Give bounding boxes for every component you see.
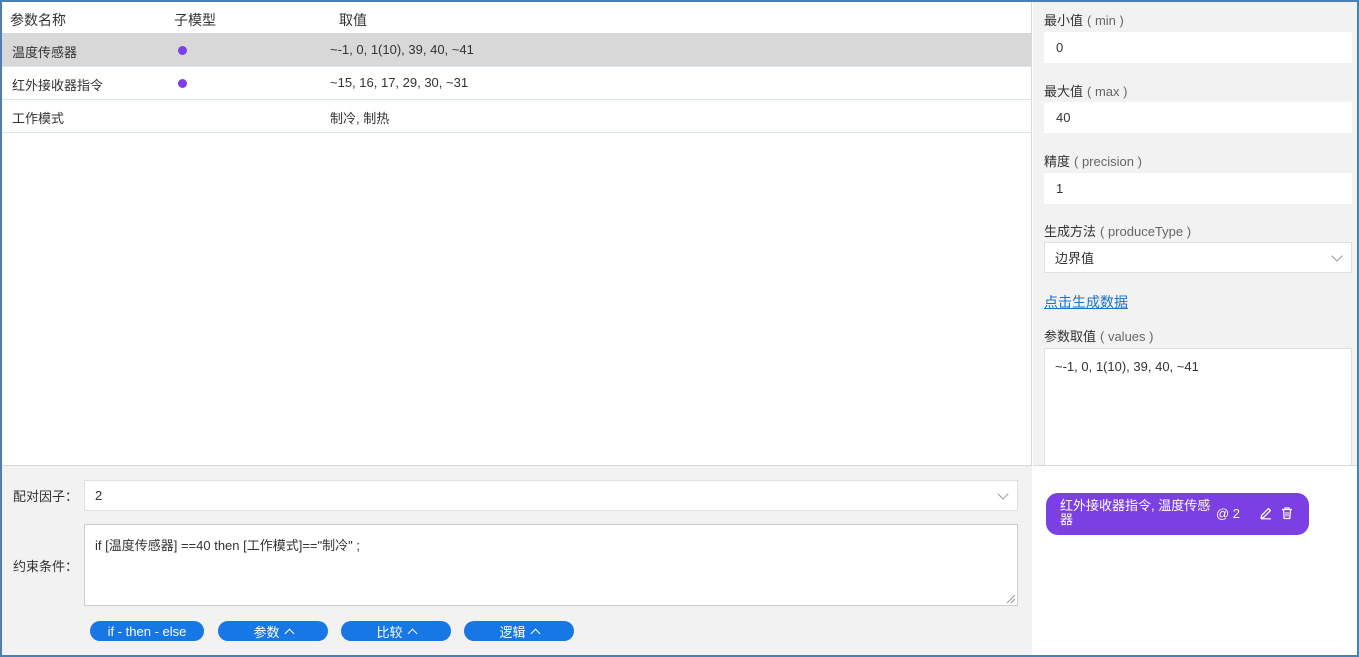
constraint-chip[interactable]: 红外接收器指令, 温度传感器 @ 2 <box>1046 493 1309 535</box>
chip-params: 红外接收器指令, 温度传感器 <box>1060 498 1211 527</box>
values-textarea[interactable]: ~-1, 0, 1(10), 39, 40, ~41 <box>1044 348 1352 468</box>
max-input[interactable]: 40 <box>1044 102 1352 133</box>
precision-label-text: 精度 <box>1044 154 1071 169</box>
produce-type-label-text: 生成方法 <box>1044 224 1097 239</box>
min-label-text: 最小值 <box>1044 13 1084 28</box>
app-frame: 参数名称 子模型 取值 温度传感器 ~-1, 0, 1(10), 39, 40,… <box>0 0 1359 657</box>
pair-factor-select[interactable]: 2 <box>84 480 1018 511</box>
logic-button-label: 逻辑 <box>499 624 526 640</box>
precision-input[interactable]: 1 <box>1044 173 1352 204</box>
values-label: 参数取值( values ) <box>1044 326 1153 345</box>
table-row[interactable]: 温度传感器 ~-1, 0, 1(10), 39, 40, ~41 <box>2 34 1032 67</box>
column-header-values: 取值 <box>339 12 367 28</box>
if-then-else-button[interactable]: if - then - else <box>90 621 204 641</box>
parameter-properties-panel: 最小值( min ) 0 最大值( max ) 40 精度( precision… <box>1033 2 1357 468</box>
produce-type-label-hint: ( produceType ) <box>1100 224 1192 239</box>
logic-button[interactable]: 逻辑 <box>464 621 574 641</box>
row-param-name: 红外接收器指令 <box>12 78 104 93</box>
produce-type-select[interactable]: 边界值 <box>1044 242 1352 273</box>
min-input[interactable]: 0 <box>1044 32 1352 63</box>
min-label: 最小值( min ) <box>1044 10 1124 29</box>
edit-icon[interactable] <box>1259 506 1273 520</box>
precision-label-hint: ( precision ) <box>1074 154 1142 169</box>
condition-textarea[interactable]: if [温度传感器] ==40 then [工作模式]=="制冷" ; <box>84 524 1018 606</box>
chevron-down-icon <box>997 487 1009 500</box>
submodel-dot-icon <box>178 46 187 55</box>
constraint-editor: 配对因子： 2 约束条件： if [温度传感器] ==40 then [工作模式… <box>2 465 1032 655</box>
row-param-name: 温度传感器 <box>12 45 78 60</box>
table-header: 参数名称 子模型 取值 <box>2 2 1032 34</box>
condition-label: 约束条件： <box>13 559 79 574</box>
column-header-name: 参数名称 <box>10 12 66 28</box>
caret-up-icon <box>284 628 294 638</box>
row-param-values: ~-1, 0, 1(10), 39, 40, ~41 <box>330 42 474 57</box>
max-label-text: 最大值 <box>1044 84 1084 99</box>
row-param-values: 制冷, 制热 <box>330 111 390 126</box>
precision-label: 精度( precision ) <box>1044 151 1142 170</box>
values-label-hint: ( values ) <box>1100 329 1154 344</box>
values-label-text: 参数取值 <box>1044 329 1097 344</box>
row-param-values: ~15, 16, 17, 29, 30, ~31 <box>330 75 469 90</box>
max-label: 最大值( max ) <box>1044 81 1127 100</box>
parameter-table: 参数名称 子模型 取值 温度传感器 ~-1, 0, 1(10), 39, 40,… <box>2 2 1032 465</box>
constraint-list: 红外接收器指令, 温度传感器 @ 2 <box>1033 465 1357 655</box>
condition-text: if [温度传感器] ==40 then [工作模式]=="制冷" ; <box>95 538 360 553</box>
caret-up-icon <box>407 628 417 638</box>
row-param-name: 工作模式 <box>12 111 65 126</box>
param-button[interactable]: 参数 <box>218 621 328 641</box>
resize-grip-icon[interactable] <box>1007 595 1015 603</box>
produce-type-label: 生成方法( produceType ) <box>1044 221 1191 240</box>
submodel-dot-icon <box>178 79 187 88</box>
delete-icon[interactable] <box>1280 506 1294 520</box>
max-label-hint: ( max ) <box>1087 84 1128 99</box>
produce-type-value: 边界值 <box>1055 251 1095 266</box>
chip-count: @ 2 <box>1216 506 1241 521</box>
table-row[interactable]: 红外接收器指令 ~15, 16, 17, 29, 30, ~31 <box>2 67 1032 100</box>
table-row[interactable]: 工作模式 制冷, 制热 <box>2 100 1032 133</box>
caret-up-icon <box>530 628 540 638</box>
pair-factor-value: 2 <box>95 488 103 503</box>
generate-data-link[interactable]: 点击生成数据 <box>1044 292 1128 312</box>
column-header-submodel: 子模型 <box>174 12 216 28</box>
compare-button[interactable]: 比较 <box>341 621 451 641</box>
param-button-label: 参数 <box>253 624 280 640</box>
if-then-else-label: if - then - else <box>107 623 187 639</box>
compare-button-label: 比较 <box>376 624 403 640</box>
min-label-hint: ( min ) <box>1087 13 1124 28</box>
chevron-down-icon <box>1331 249 1343 262</box>
pair-factor-label: 配对因子： <box>13 489 79 504</box>
